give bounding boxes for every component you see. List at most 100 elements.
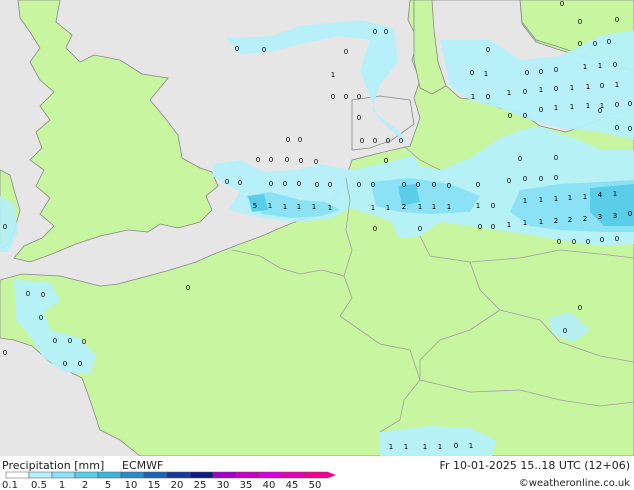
- precip-amount-label: 0: [554, 154, 558, 162]
- legend-swatch: [258, 471, 283, 479]
- precip-amount-label: 1: [386, 204, 390, 212]
- precip-amount-label: 1: [312, 203, 316, 211]
- precip-amount-label: 0: [357, 181, 361, 189]
- legend-swatch: [97, 471, 122, 479]
- precip-amount-label: 0: [285, 156, 289, 164]
- precip-amount-label: 1: [598, 62, 602, 70]
- precip-amount-label: 0: [256, 156, 260, 164]
- precip-amount-label: 0: [432, 181, 436, 189]
- precip-amount-label: 0: [186, 284, 190, 292]
- precip-amount-label: 0: [357, 93, 361, 101]
- precip-amount-label: 1: [418, 203, 422, 211]
- precip-amount-label: 0: [78, 360, 82, 368]
- precip-amount-label: 0: [418, 225, 422, 233]
- precip-amount-label: 0: [3, 223, 7, 231]
- precip-amount-label: 0: [563, 327, 567, 335]
- legend-swatch: [74, 471, 99, 479]
- precipitation-map: 0 0 0 0 0 1 0 0 0 0 0 0 0 0 0 0 0 0 0 0 0 0 0 0 0 0 0 0 0 0 0 0 0 0 0 0 5 1 1 1…: [0, 0, 634, 456]
- precip-amount-label: 0: [373, 137, 377, 145]
- precip-amount-label: 1: [471, 93, 475, 101]
- precip-amount-label: 1: [438, 443, 442, 451]
- precip-amount-label: 0: [402, 181, 406, 189]
- precip-amount-label: 0: [235, 45, 239, 53]
- precip-amount-label: 0: [628, 100, 632, 108]
- precip-amount-label: 0: [578, 40, 582, 48]
- precip-amount-label: 0: [508, 112, 512, 120]
- legend-tick-labels: 0.1 0.5 1 2 5 10 15 20 25 30 35 40 45 50: [2, 480, 321, 490]
- precip-amount-label: 1: [554, 195, 558, 203]
- precip-amount-label: 2: [554, 217, 558, 225]
- precip-amount-label: 0: [600, 82, 604, 90]
- legend-swatch: [304, 471, 329, 479]
- precip-amount-label: 1: [507, 221, 511, 229]
- precip-amount-label: 0: [416, 181, 420, 189]
- precip-amount-label: 0: [557, 238, 561, 246]
- precip-amount-label: 1: [328, 204, 332, 212]
- precip-amount-label: 1: [615, 81, 619, 89]
- precip-amount-label: 0: [315, 181, 319, 189]
- precip-amount-label: 0: [554, 174, 558, 182]
- precip-amount-label: 0: [357, 114, 361, 122]
- precip-amount-label: 1: [389, 443, 393, 451]
- precip-amount-label: 0: [539, 106, 543, 114]
- precip-amount-label: 1: [283, 203, 287, 211]
- precip-amount-label: 0: [68, 337, 72, 345]
- legend-swatch: [166, 471, 191, 479]
- legend-swatch: [143, 471, 168, 479]
- legend-tick-label: 40: [263, 480, 276, 490]
- precip-amount-label: 0: [386, 137, 390, 145]
- precip-amount-label: 1: [432, 203, 436, 211]
- precip-amount-label: 1: [570, 84, 574, 92]
- precip-amount-label: 0: [384, 157, 388, 165]
- precip-amount-label: 1: [583, 63, 587, 71]
- precip-amount-label: 0: [628, 125, 632, 133]
- precip-amount-label: 0: [269, 156, 273, 164]
- precip-amount-label: 1: [268, 202, 272, 210]
- precip-amount-label: 0: [344, 48, 348, 56]
- precip-amount-label: 1: [476, 202, 480, 210]
- precip-amount-label: 0: [578, 304, 582, 312]
- precip-amount-label: 1: [404, 443, 408, 451]
- precip-amount-label: 0: [360, 137, 364, 145]
- legend-tick-label: 10: [125, 480, 138, 490]
- legend-tick-label: 15: [148, 480, 161, 490]
- precip-amount-label: 3: [613, 212, 617, 220]
- precip-amount-label: 2: [402, 203, 406, 211]
- precip-amount-label: 0: [225, 178, 229, 186]
- precip-amount-label: 0: [539, 175, 543, 183]
- credit-text[interactable]: ©weatheronline.co.uk: [519, 478, 630, 489]
- precip-amount-label: 0: [344, 93, 348, 101]
- precip-amount-label: 0: [615, 235, 619, 243]
- legend-tick-label: 0.1: [2, 480, 18, 490]
- precip-amount-label: 0: [298, 136, 302, 144]
- precip-amount-label: 0: [470, 69, 474, 77]
- precip-amount-label: 1: [297, 203, 301, 211]
- precip-amount-label: 0: [607, 38, 611, 46]
- precip-amount-label: 1: [484, 70, 488, 78]
- precip-amount-label: 0: [373, 28, 377, 36]
- precip-amount-label: 1: [613, 190, 617, 198]
- legend-swatch: [28, 471, 53, 479]
- precip-amount-label: 0: [572, 238, 576, 246]
- legend-swatch: [120, 471, 145, 479]
- precip-amount-label: 0: [53, 337, 57, 345]
- precip-amount-label: 0: [371, 181, 375, 189]
- legend-swatch: [5, 471, 30, 479]
- precip-amount-label: 0: [491, 223, 495, 231]
- precip-amount-label: 0: [539, 68, 543, 76]
- precip-amount-label: 1: [331, 71, 335, 79]
- precip-amount-label: 0: [523, 175, 527, 183]
- precip-amount-label: 0: [373, 225, 377, 233]
- legend-swatch: [281, 471, 306, 479]
- legend-title: Precipitation [mm]: [2, 459, 104, 472]
- precip-amount-label: 0: [600, 236, 604, 244]
- precip-amount-label: 2: [568, 216, 572, 224]
- precip-amount-label: 1: [586, 83, 590, 91]
- legend-tick-label: 45: [286, 480, 299, 490]
- legend-swatch: [212, 471, 237, 479]
- precip-amount-label: 0: [586, 238, 590, 246]
- legend-tick-label: 50: [309, 480, 322, 490]
- legend-tick-label: 20: [171, 480, 184, 490]
- precip-amount-label: 0: [297, 180, 301, 188]
- precip-amount-label: 1: [469, 442, 473, 450]
